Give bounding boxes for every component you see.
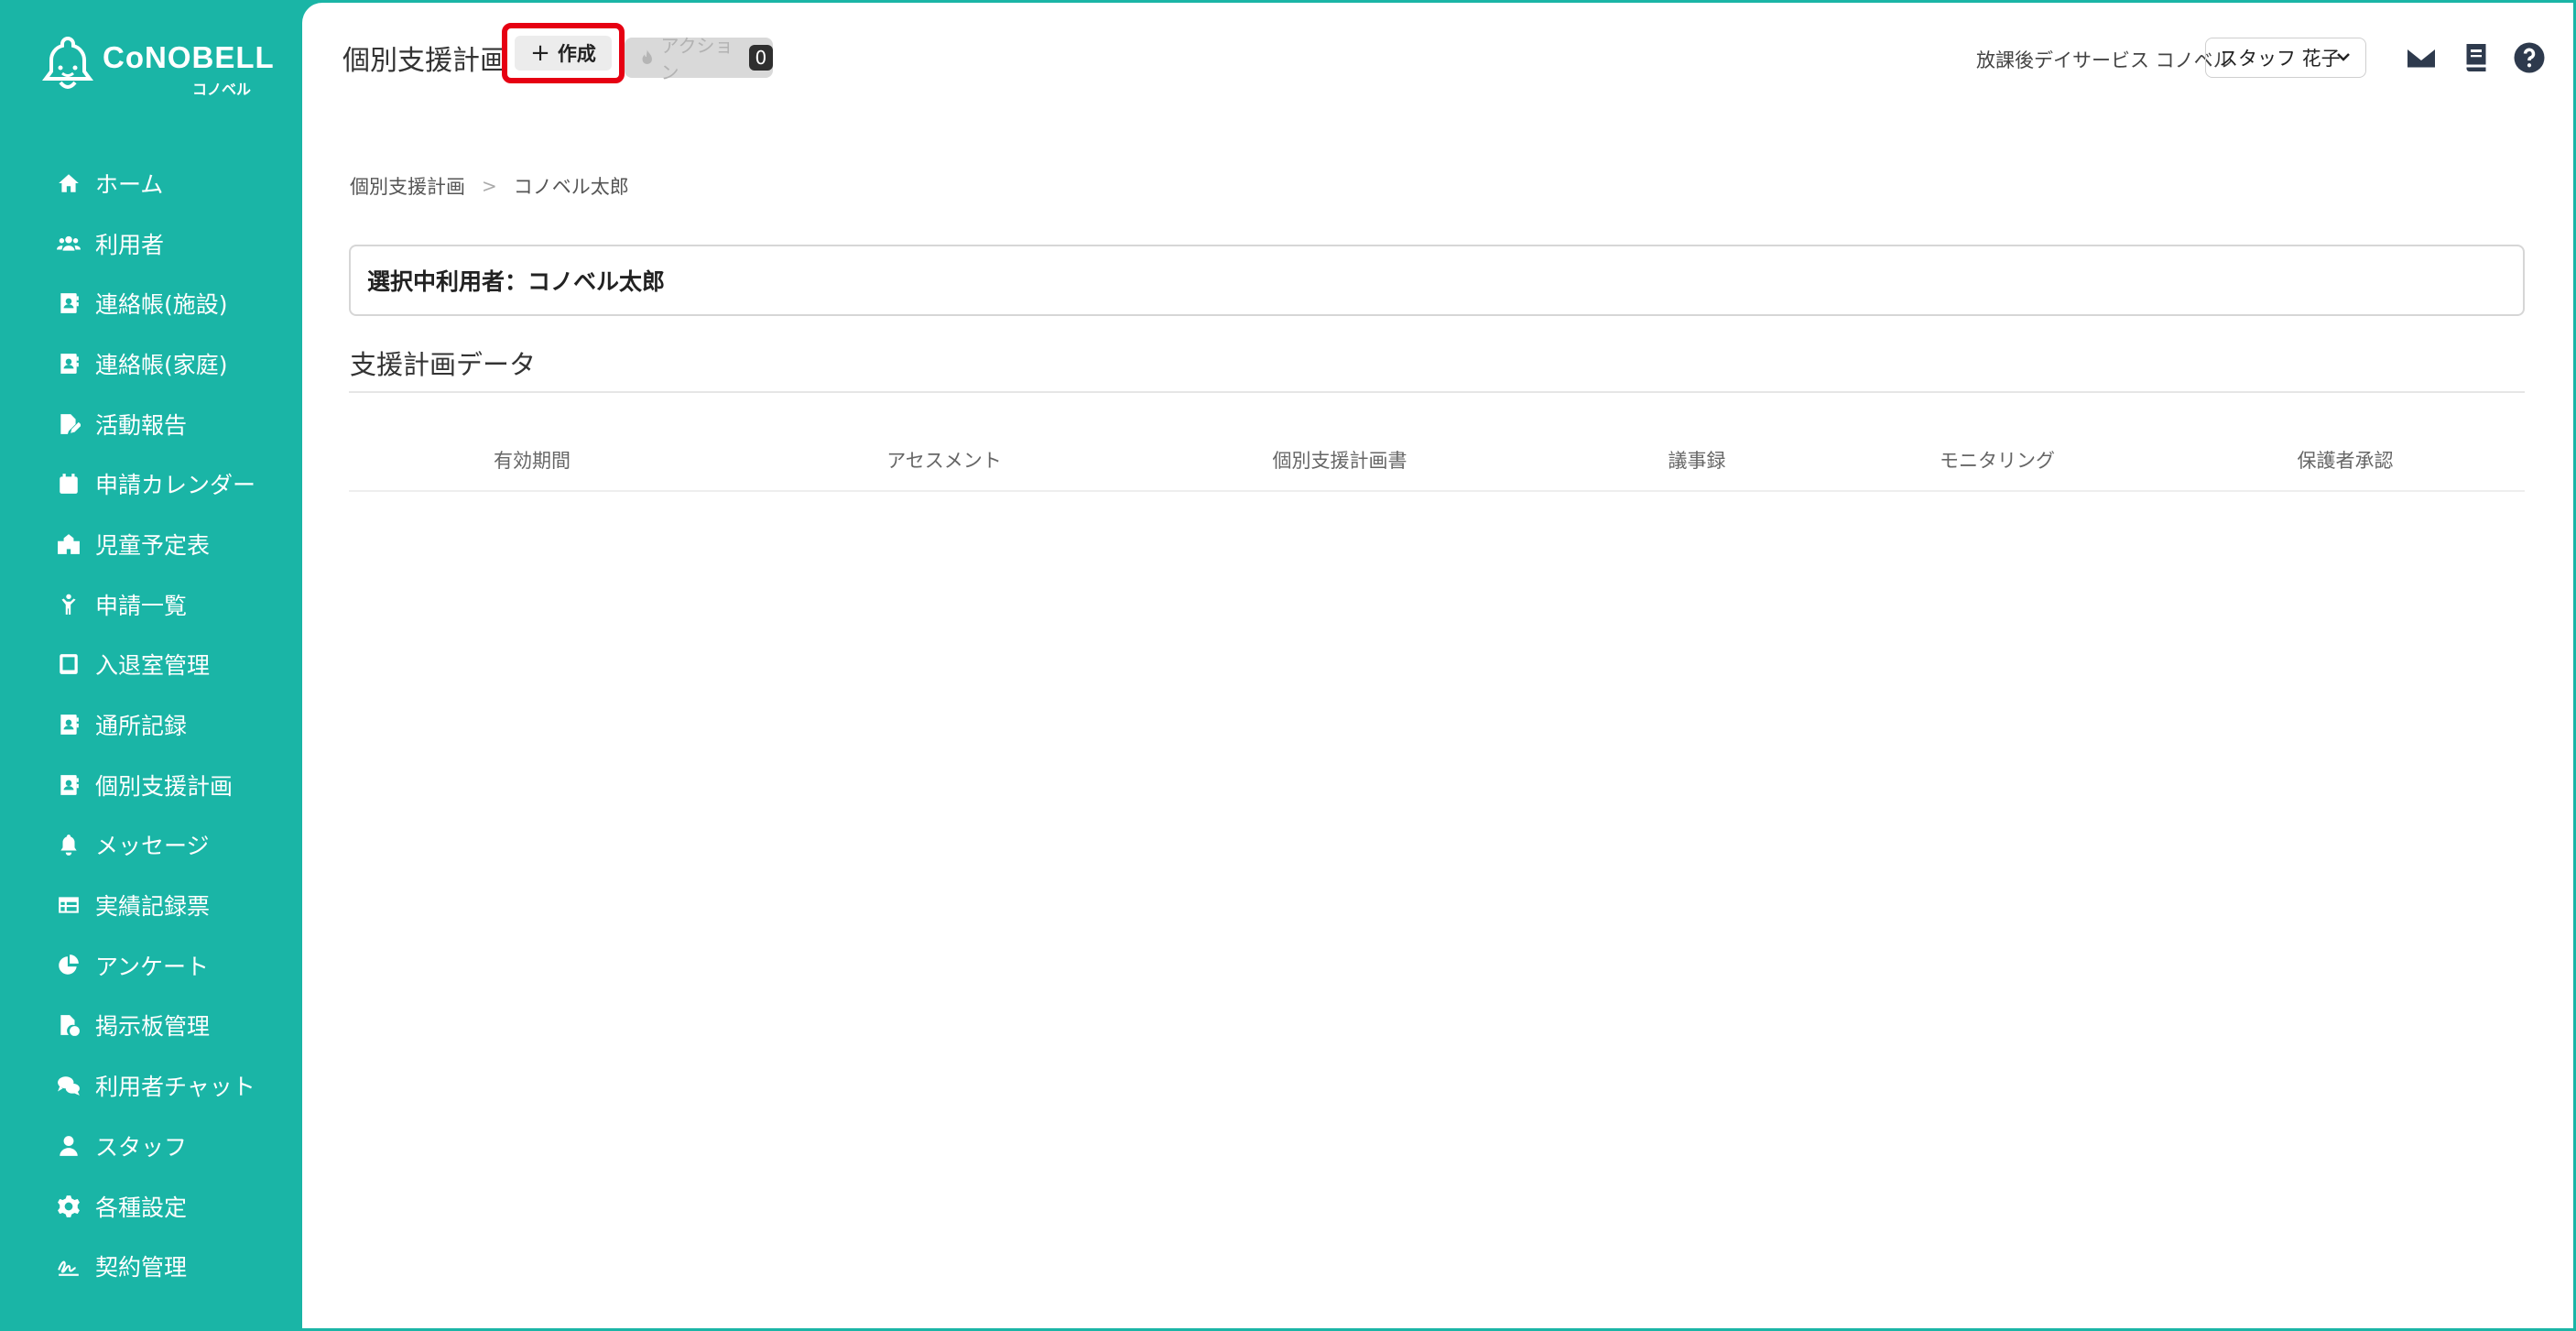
column-header-guardian-approval: 保護者承認 <box>2297 450 2394 472</box>
column-header-monitoring: モニタリング <box>1940 450 2055 472</box>
sidebar-item-users[interactable]: 利用者 <box>0 213 302 274</box>
contact-book-icon <box>55 290 82 316</box>
create-button-label: 作成 <box>557 43 596 65</box>
page-title: 個別支援計画 <box>342 45 507 77</box>
sidebar-item-messages[interactable]: メッセージ <box>0 815 302 876</box>
create-button[interactable]: + 作成 <box>515 36 612 71</box>
sidebar-item-label: 活動報告 <box>95 411 188 439</box>
sidebar-item-home[interactable]: ホーム <box>0 153 302 213</box>
breadcrumb-current: コノベル太郎 <box>513 176 629 198</box>
column-header-minutes: 議事録 <box>1668 450 1726 472</box>
help-icon[interactable] <box>2513 41 2546 74</box>
sidebar-item-attendance-record[interactable]: 通所記録 <box>0 694 302 755</box>
manual-book-icon[interactable] <box>2460 41 2493 74</box>
sidebar-item-label: 連絡帳(施設) <box>95 291 228 319</box>
sidebar-item-label: 通所記録 <box>95 713 188 740</box>
person-icon <box>55 1133 82 1159</box>
logo-subtext: コノベル <box>192 81 252 98</box>
sidebar-item-performance-record[interactable]: 実績記録票 <box>0 875 302 935</box>
sidebar-item-label: 掲示板管理 <box>95 1013 211 1041</box>
column-header-support-plan: 個別支援計画書 <box>1272 450 1408 472</box>
section-title: 支援計画データ <box>350 349 537 380</box>
sidebar-item-activity-report[interactable]: 活動報告 <box>0 394 302 454</box>
action-button-label: アクション <box>660 35 734 83</box>
sidebar-item-label: 利用者 <box>95 231 165 258</box>
sidebar-item-label: 申請カレンダー <box>95 472 256 499</box>
sidebar-item-application-list[interactable]: 申請一覧 <box>0 574 302 635</box>
facility-name: 放課後デイサービス コノベル <box>1976 49 2233 71</box>
signature-icon <box>55 1253 82 1279</box>
flame-icon <box>642 49 652 64</box>
pie-chart-icon <box>55 953 82 978</box>
breadcrumb: 個別支援計画 > コノベル太郎 <box>350 172 629 200</box>
gear-icon <box>55 1194 82 1219</box>
chat-icon <box>55 1073 82 1098</box>
section-divider <box>349 391 2525 393</box>
bell-icon <box>55 832 82 857</box>
sidebar-item-board-management[interactable]: 掲示板管理 <box>0 996 302 1056</box>
report-edit-icon <box>55 411 82 437</box>
breadcrumb-root-link[interactable]: 個別支援計画 <box>350 172 465 200</box>
calendar-icon <box>55 471 82 496</box>
sidebar-item-label: 個別支援計画 <box>95 772 234 800</box>
chevron-right-icon: > <box>482 175 497 197</box>
selected-user-box: 選択中利用者：コノベル太郎 <box>349 245 2525 316</box>
sidebar-item-label: スタッフ <box>95 1133 188 1161</box>
action-count-badge: 0 <box>748 45 773 71</box>
file-check-icon <box>55 1012 82 1038</box>
sidebar-item-label: 実績記録票 <box>95 893 211 921</box>
sidebar-item-label: メッセージ <box>95 833 210 860</box>
sidebar-item-staff[interactable]: スタッフ <box>0 1116 302 1176</box>
create-button-highlight: + 作成 <box>502 23 625 83</box>
sidebar-item-label: 申請一覧 <box>95 592 188 619</box>
sidebar-item-label: 各種設定 <box>95 1194 188 1221</box>
sidebar-item-label: 児童予定表 <box>95 531 211 559</box>
contact-book-icon <box>55 772 82 798</box>
tablet-icon <box>55 651 82 677</box>
sidebar-item-label: ホーム <box>95 170 164 198</box>
selected-user-text: 選択中利用者：コノベル太郎 <box>367 268 666 295</box>
sidebar-nav: ホーム 利用者 連絡帳(施設) 連絡帳(家庭) 活動報告 申請カレンダー 児童予… <box>0 153 302 1296</box>
sidebar-item-contract-management[interactable]: 契約管理 <box>0 1236 302 1296</box>
sidebar-item-support-plan[interactable]: 個別支援計画 <box>0 755 302 815</box>
sidebar-item-label: 入退室管理 <box>95 652 211 680</box>
staff-select-value: スタッフ 花子 <box>2219 48 2341 70</box>
sidebar-item-child-schedule[interactable]: 児童予定表 <box>0 514 302 574</box>
child-icon <box>55 592 82 617</box>
mail-icon[interactable] <box>2405 41 2438 74</box>
plan-table-header: 有効期間 アセスメント 個別支援計画書 議事録 モニタリング 保護者承認 <box>349 431 2525 492</box>
main-content: 個別支援計画 + 作成 アクション 0 放課後デイサービス コノベル スタッフ … <box>302 3 2573 1328</box>
home-icon <box>55 170 82 196</box>
users-icon <box>55 231 82 256</box>
bell-logo-icon <box>42 36 93 89</box>
action-button[interactable]: アクション 0 <box>625 35 773 83</box>
contact-book-icon <box>55 712 82 737</box>
sidebar-item-contact-home[interactable]: 連絡帳(家庭) <box>0 333 302 394</box>
sidebar-item-application-calendar[interactable]: 申請カレンダー <box>0 453 302 514</box>
sidebar-item-label: 利用者チャット <box>95 1074 255 1101</box>
sidebar-item-contact-facility[interactable]: 連絡帳(施設) <box>0 273 302 333</box>
logo[interactable]: CoNOBELL コノベル <box>38 35 277 99</box>
staff-select[interactable]: スタッフ 花子 <box>2205 38 2366 78</box>
chevron-down-icon <box>2337 53 2350 61</box>
column-header-assessment: アセスメント <box>886 450 1002 472</box>
logo-text: CoNOBELL <box>103 40 275 74</box>
sidebar-item-survey[interactable]: アンケート <box>0 935 302 996</box>
column-header-valid-period: 有効期間 <box>494 450 571 472</box>
contact-book-icon <box>55 351 82 376</box>
sidebar: CoNOBELL コノベル ホーム 利用者 連絡帳(施設) 連絡帳(家庭) 活動… <box>0 0 302 1331</box>
sidebar-item-label: 契約管理 <box>95 1254 188 1282</box>
sidebar-item-user-chat[interactable]: 利用者チャット <box>0 1055 302 1116</box>
sidebar-item-entry-exit[interactable]: 入退室管理 <box>0 635 302 695</box>
plus-icon: + <box>530 39 550 67</box>
sidebar-item-label: アンケート <box>95 953 210 980</box>
table-icon <box>55 892 82 918</box>
sidebar-item-settings[interactable]: 各種設定 <box>0 1176 302 1237</box>
sidebar-item-label: 連絡帳(家庭) <box>95 351 228 378</box>
school-icon <box>55 531 82 557</box>
